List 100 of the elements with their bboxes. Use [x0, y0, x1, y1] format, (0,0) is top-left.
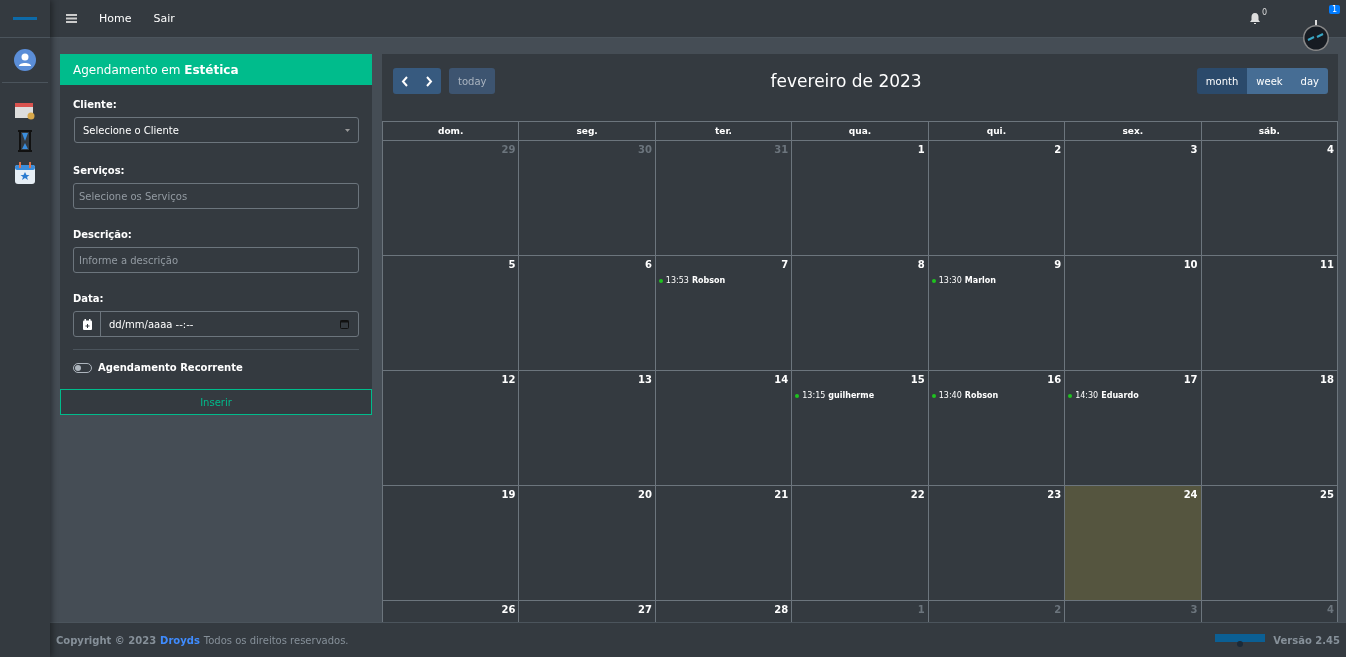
weekday-header: ter.: [655, 121, 793, 141]
event-dot-icon: [931, 278, 936, 283]
day-number: 22: [910, 489, 925, 500]
calendar-event[interactable]: 13:53 Robson: [658, 276, 789, 285]
day-number: 1: [917, 604, 925, 615]
weekday-header: dom.: [383, 121, 520, 141]
day-cell[interactable]: 6: [519, 256, 656, 371]
day-cell[interactable]: 13: [519, 371, 656, 486]
day-cell[interactable]: 2: [928, 141, 1066, 256]
day-number: 23: [1047, 489, 1062, 500]
weekday-header: qua.: [792, 121, 929, 141]
notification-count: 0: [1261, 8, 1267, 17]
day-number: 5: [508, 259, 516, 270]
insert-button[interactable]: Inserir: [60, 389, 372, 415]
calendar-plus-icon: [82, 318, 92, 330]
date-field[interactable]: dd/mm/aaaa --:--: [73, 311, 359, 337]
calendar-event[interactable]: 13:40 Robson: [931, 391, 1062, 400]
day-number: 21: [774, 489, 789, 500]
hourglass-icon[interactable]: [18, 130, 32, 152]
day-cell[interactable]: 18: [1201, 371, 1338, 486]
view-tab[interactable]: day: [1291, 68, 1328, 94]
alert-badge: 1: [1328, 5, 1340, 14]
day-number: 14: [774, 374, 789, 385]
nav-link[interactable]: Home: [99, 12, 132, 25]
day-number: 3: [1190, 604, 1198, 615]
day-cell[interactable]: 19: [383, 486, 520, 601]
day-number: 7: [781, 259, 789, 270]
bell-icon[interactable]: [1250, 13, 1260, 24]
day-number: 2: [1054, 144, 1062, 155]
description-field[interactable]: Informe a descrição: [73, 247, 359, 273]
day-cell[interactable]: 11: [1201, 256, 1338, 371]
copyright-text: Copyright © 2023: [56, 634, 157, 646]
day-number: 1: [917, 144, 925, 155]
day-cell[interactable]: 21: [655, 486, 793, 601]
recurring-toggle[interactable]: [73, 362, 92, 373]
day-number: 26: [501, 604, 516, 615]
today-button[interactable]: today: [449, 68, 496, 94]
weekday-header: sáb.: [1201, 121, 1338, 141]
day-cell[interactable]: 5: [383, 256, 520, 371]
view-tab[interactable]: week: [1247, 68, 1292, 94]
day-cell[interactable]: 7 13:53 Robson: [655, 256, 793, 371]
day-cell[interactable]: 4: [1201, 141, 1338, 256]
menu-icon[interactable]: [66, 14, 77, 23]
day-number: 29: [501, 144, 516, 155]
robot-avatar-icon[interactable]: [1302, 20, 1330, 52]
day-cell[interactable]: 1: [792, 141, 929, 256]
nav-link[interactable]: Sair: [153, 12, 175, 25]
day-cell[interactable]: 20: [519, 486, 656, 601]
day-cell[interactable]: 10: [1065, 256, 1202, 371]
day-number: 9: [1054, 259, 1062, 270]
chevron-left-icon: [401, 75, 409, 87]
toggle-label: Agendamento Recorrente: [98, 362, 243, 373]
day-number: 24: [1183, 489, 1198, 500]
day-number: 8: [917, 259, 925, 270]
day-number: 10: [1183, 259, 1198, 270]
day-number: 13: [637, 374, 652, 385]
event-dot-icon: [658, 278, 663, 283]
day-number: 20: [637, 489, 652, 500]
day-cell[interactable]: 12: [383, 371, 520, 486]
services-field[interactable]: Selecione os Serviços: [73, 183, 359, 209]
field-label: Descrição:: [73, 229, 133, 240]
view-tab[interactable]: month: [1196, 68, 1248, 94]
event-dot-icon: [931, 393, 936, 398]
day-cell[interactable]: 9 13:30 Marlon: [928, 256, 1066, 371]
day-cell[interactable]: 8: [792, 256, 929, 371]
client-select[interactable]: Selecione o Cliente: [74, 117, 359, 143]
day-number: 16: [1047, 374, 1062, 385]
day-number: 18: [1320, 374, 1334, 385]
day-cell[interactable]: 22: [792, 486, 929, 601]
calendar-event[interactable]: 13:30 Marlon: [931, 276, 1062, 285]
brand-link[interactable]: Droyds: [160, 634, 200, 646]
day-number: 6: [644, 259, 652, 270]
event-dot-icon: [1068, 393, 1073, 398]
day-cell[interactable]: 3: [1065, 141, 1202, 256]
today-cell[interactable]: 24: [1065, 486, 1202, 601]
day-number: 17: [1183, 374, 1198, 385]
day-number: 4: [1327, 604, 1334, 615]
day-number: 4: [1327, 144, 1334, 155]
calendar-event[interactable]: 14:30 Eduardo: [1068, 391, 1198, 400]
day-cell[interactable]: 15 13:15 guilherme: [792, 371, 929, 486]
day-number: 11: [1320, 259, 1334, 270]
day-number: 2: [1054, 604, 1062, 615]
calendar-event[interactable]: 13:15 guilherme: [795, 391, 925, 400]
caret-icon: [345, 128, 350, 132]
day-number: 19: [501, 489, 516, 500]
version-text: Versão 2.45: [1273, 634, 1340, 646]
day-number: 27: [637, 604, 652, 615]
day-cell[interactable]: 14: [655, 371, 793, 486]
day-cell[interactable]: 25: [1201, 486, 1338, 601]
user-avatar-icon[interactable]: [14, 49, 36, 71]
day-number: 30: [637, 144, 652, 155]
day-cell[interactable]: 16 13:40 Robson: [928, 371, 1066, 486]
calendar-title: fevereiro de 2023: [770, 71, 922, 91]
day-number: 31: [774, 144, 789, 155]
calendar-icon[interactable]: [15, 102, 35, 120]
field-label: Cliente:: [73, 99, 118, 110]
weekday-header: seg.: [519, 121, 656, 141]
field-label: Data:: [73, 293, 105, 304]
rights-text: Todos os direitos reservados.: [203, 634, 349, 646]
field-label: Serviços:: [73, 165, 126, 176]
